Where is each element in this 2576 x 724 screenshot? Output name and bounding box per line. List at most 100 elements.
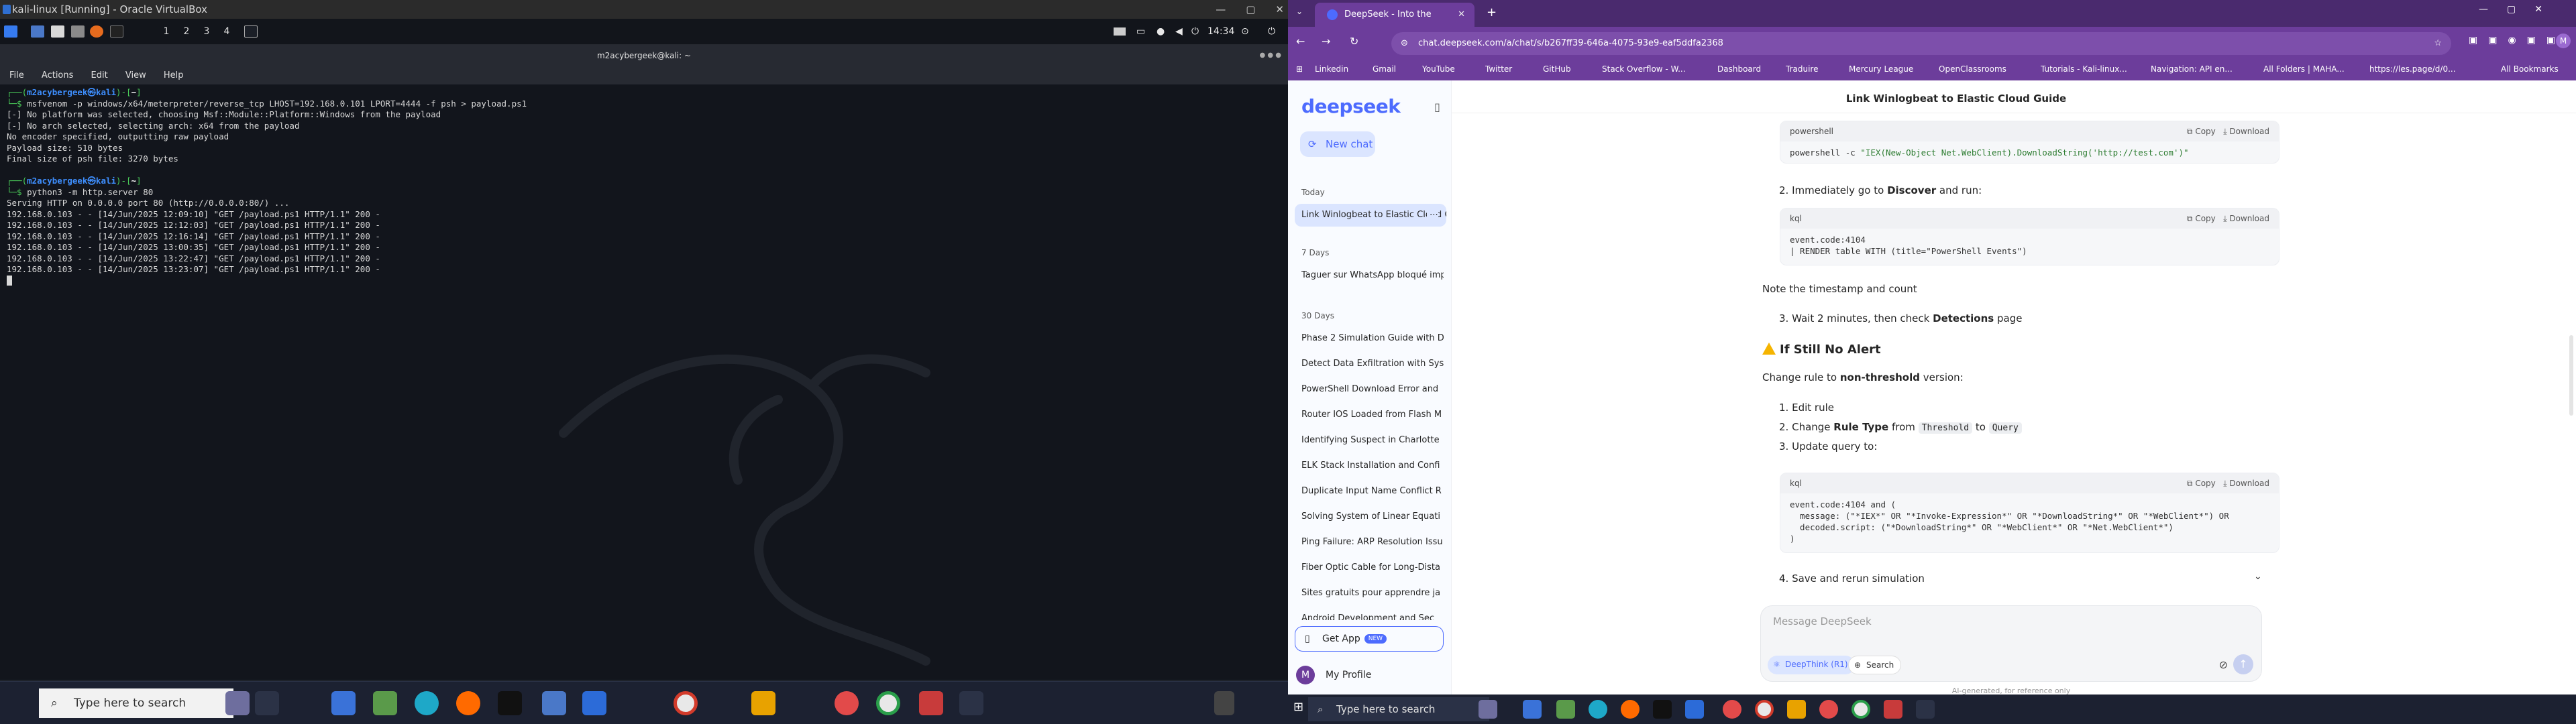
- bookmark-item[interactable]: OpenClassrooms: [1939, 64, 2006, 74]
- copy-button[interactable]: ⧉ Copy: [2187, 214, 2216, 223]
- taskbar-app-icon[interactable]: [1523, 700, 1542, 719]
- chat-item[interactable]: Android Development and Sec: [1301, 613, 1444, 620]
- taskbar-search-box[interactable]: ⌕ Type here to search: [1308, 697, 1489, 721]
- workspace-1[interactable]: 1: [158, 24, 174, 39]
- taskbar-app-icon[interactable]: [582, 691, 606, 715]
- search-toggle[interactable]: ⊕ Search: [1848, 656, 1902, 674]
- taskbar-app-icon[interactable]: [1884, 700, 1902, 719]
- window-controls-icon[interactable]: —▢✕: [2479, 4, 2561, 15]
- copy-button[interactable]: ⧉ Copy: [2187, 479, 2216, 488]
- chrome-icon[interactable]: [876, 691, 900, 715]
- chat-item[interactable]: Detect Data Exfiltration with Sys: [1301, 359, 1444, 369]
- chat-item[interactable]: Identifying Suspect in Charlotte: [1301, 435, 1444, 445]
- scroll-down-icon[interactable]: ⌄: [2254, 571, 2262, 582]
- taskbar-app-icon[interactable]: [331, 691, 356, 715]
- download-button[interactable]: ⤓ Download: [2223, 479, 2269, 488]
- new-tab-icon[interactable]: +: [1487, 5, 1497, 19]
- site-info-icon[interactable]: ⊜: [1401, 32, 1408, 55]
- firefox-icon[interactable]: [835, 691, 859, 715]
- taskbar-app-icon[interactable]: [1653, 700, 1672, 719]
- chat-item[interactable]: Taguer sur WhatsApp bloqué imp: [1301, 270, 1444, 280]
- message-input[interactable]: Message DeepSeek ⚛ DeepThink (R1) ⊕ Search…: [1760, 605, 2262, 682]
- copy-button[interactable]: ⧉ Copy: [2187, 127, 2216, 136]
- taskbar-app-icon[interactable]: [1621, 700, 1640, 719]
- chat-item[interactable]: Sites gratuits pour apprendre ja: [1301, 588, 1444, 598]
- bookmark-item[interactable]: YouTube: [1422, 64, 1455, 74]
- chat-item[interactable]: Ping Failure: ARP Resolution Issu: [1301, 537, 1444, 547]
- active-window-icon[interactable]: [244, 25, 258, 38]
- chat-item[interactable]: Fiber Optic Cable for Long-Dista: [1301, 562, 1444, 572]
- taskbar-app-icon[interactable]: [1556, 700, 1575, 719]
- tray-icon[interactable]: [1214, 691, 1234, 715]
- reload-icon[interactable]: ↻: [1350, 35, 1358, 48]
- taskbar-app-icon[interactable]: [1723, 700, 1741, 719]
- back-icon[interactable]: ←: [1296, 35, 1305, 48]
- bookmark-item[interactable]: Tutorials - Kali-linux...: [2041, 64, 2127, 74]
- chrome-icon[interactable]: [1851, 700, 1870, 719]
- taskbar-app-icon[interactable]: [456, 691, 480, 715]
- bookmark-item[interactable]: https://les.page/d/0...: [2369, 64, 2456, 74]
- menu-view[interactable]: View: [125, 70, 146, 80]
- chat-item[interactable]: Router IOS Loaded from Flash M: [1301, 410, 1444, 420]
- bookmark-item[interactable]: Gmail: [1373, 64, 1396, 74]
- terminal-window-controls-icon[interactable]: ● ● ●: [1259, 44, 1281, 67]
- deepthink-toggle[interactable]: ⚛ DeepThink (R1): [1768, 656, 1855, 674]
- power-icon[interactable]: ⏻: [1191, 24, 1199, 39]
- task-view-icon[interactable]: [255, 691, 279, 715]
- bookmark-item[interactable]: All Folders | MAHA...: [2263, 64, 2345, 74]
- windows-start-icon[interactable]: ⊞: [1293, 700, 1303, 714]
- notification-icon[interactable]: ●: [1157, 24, 1165, 39]
- edge-icon[interactable]: [1589, 700, 1607, 719]
- vlc-icon[interactable]: [751, 691, 775, 715]
- firefox-icon[interactable]: [1819, 700, 1838, 719]
- attach-icon[interactable]: ⊘: [2219, 658, 2228, 671]
- taskbar-app-icon[interactable]: [373, 691, 397, 715]
- close-icon[interactable]: ✕: [1275, 0, 1284, 19]
- editor-icon[interactable]: [71, 25, 85, 38]
- lock-icon[interactable]: ⊙: [1241, 24, 1249, 39]
- maximize-icon[interactable]: ▢: [1246, 0, 1255, 19]
- logout-icon[interactable]: ⏻: [1268, 24, 1275, 39]
- terminal-output[interactable]: ┌──(m2acybergeek㉿kali)-[~] └─$ msfvenom …: [0, 84, 1288, 680]
- collapse-sidebar-icon[interactable]: ▯: [1434, 101, 1440, 113]
- chat-item-active[interactable]: Link Winlogbeat to Elastic Cloud Guide⋯: [1295, 204, 1446, 227]
- minimize-icon[interactable]: —: [1216, 0, 1226, 19]
- forward-icon[interactable]: →: [1322, 35, 1330, 48]
- bookmark-item[interactable]: Twitter: [1485, 64, 1512, 74]
- taskbar-app-icon[interactable]: [1479, 700, 1497, 719]
- screen-icon[interactable]: ▭: [1136, 24, 1145, 39]
- bookmark-item[interactable]: Dashboard: [1717, 64, 1761, 74]
- workspace-2[interactable]: 2: [178, 24, 195, 39]
- scrollbar[interactable]: [2569, 335, 2573, 416]
- apps-grid-icon[interactable]: ⊞: [1296, 64, 1303, 74]
- bookmark-star-icon[interactable]: ☆: [2434, 32, 2442, 55]
- chrome-icon[interactable]: [1755, 700, 1774, 719]
- kali-menu-icon[interactable]: [4, 25, 17, 38]
- menu-help[interactable]: Help: [164, 70, 184, 80]
- bookmark-item[interactable]: Linkedin: [1315, 64, 1348, 74]
- menu-edit[interactable]: Edit: [91, 70, 108, 80]
- profile-icon[interactable]: M: [2556, 34, 2571, 48]
- taskbar-app-icon[interactable]: [498, 691, 522, 715]
- chrome-icon[interactable]: [674, 691, 698, 715]
- volume-icon[interactable]: ◀: [1175, 24, 1183, 39]
- display-icon[interactable]: [1114, 27, 1126, 36]
- vlc-icon[interactable]: [1787, 700, 1806, 719]
- taskbar-app-icon[interactable]: [1916, 700, 1935, 719]
- workspace-3[interactable]: 3: [199, 24, 215, 39]
- menu-actions[interactable]: Actions: [42, 70, 74, 80]
- tab-search-icon[interactable]: ⌄: [1296, 7, 1303, 16]
- workspace-4[interactable]: 4: [219, 24, 235, 39]
- download-button[interactable]: ⤓ Download: [2223, 214, 2269, 223]
- taskbar-app-icon[interactable]: [959, 691, 983, 715]
- chat-item[interactable]: Duplicate Input Name Conflict R: [1301, 486, 1444, 496]
- download-button[interactable]: ⤓ Download: [2223, 127, 2269, 136]
- chat-item[interactable]: ELK Stack Installation and Confi: [1301, 461, 1444, 471]
- taskbar-app-icon[interactable]: [542, 691, 566, 715]
- taskbar-app-icon[interactable]: [225, 691, 250, 715]
- profile-button[interactable]: M My Profile: [1296, 664, 1371, 686]
- tab-deepseek[interactable]: DeepSeek - Into the Unknown✕: [1315, 3, 1474, 44]
- taskbar-app-icon[interactable]: [919, 691, 943, 715]
- more-options-icon[interactable]: ⋯: [1427, 204, 1438, 227]
- get-app-button[interactable]: ▯ Get App NEW: [1295, 626, 1444, 652]
